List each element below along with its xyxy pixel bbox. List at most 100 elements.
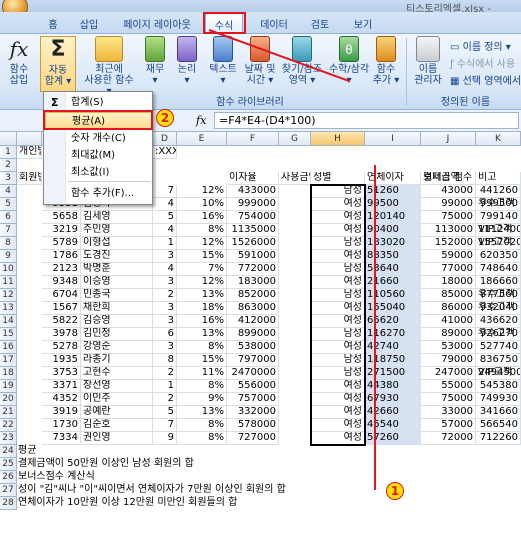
name-manager-button[interactable]: 이름 관리자 xyxy=(410,36,446,86)
member-number-cell[interactable]: 5278 xyxy=(42,341,81,354)
column-header-d[interactable]: D xyxy=(153,132,177,146)
member-number-cell[interactable]: 5822 xyxy=(42,315,81,328)
name-cell[interactable]: 이승영 xyxy=(81,276,153,289)
name-cell[interactable]: 공예란 xyxy=(81,406,153,419)
member-number-cell[interactable]: 7334 xyxy=(42,432,81,445)
remark-cell[interactable] xyxy=(476,276,521,289)
bonus-cell[interactable]: 55000 xyxy=(421,380,476,393)
rate-cell[interactable]: 8% xyxy=(177,380,227,393)
rate-cell[interactable]: 12% xyxy=(177,237,227,250)
member-number-cell[interactable]: 1567 xyxy=(42,302,81,315)
row-header[interactable]: 20 xyxy=(0,393,17,406)
remark-cell[interactable]: VIP고객 xyxy=(476,237,521,250)
header-cell[interactable]: 비고 xyxy=(476,172,521,185)
name-cell[interactable]: 민종국 xyxy=(81,289,153,302)
row-header[interactable]: 7 xyxy=(0,224,17,237)
bonus-cell[interactable]: 43000 xyxy=(421,185,476,198)
row-header[interactable]: 14 xyxy=(0,315,17,328)
bonus-cell[interactable]: 33000 xyxy=(421,406,476,419)
member-number-cell[interactable]: 3753 xyxy=(42,367,81,380)
count-cell[interactable]: 3 xyxy=(153,250,177,263)
amount-cell[interactable]: 538000 xyxy=(227,341,279,354)
text-button[interactable]: 텍스트 ▾ xyxy=(206,36,240,86)
name-cell[interactable]: 박명훈 xyxy=(81,263,153,276)
row-header[interactable]: 12 xyxy=(0,289,17,302)
name-cell[interactable]: 도경진 xyxy=(81,250,153,263)
bonus-cell[interactable]: 86000 xyxy=(421,302,476,315)
autosum-button[interactable]: Σ 자동 합계 ▾ xyxy=(40,36,76,92)
row-header[interactable]: 28 xyxy=(0,497,17,510)
remark-cell[interactable] xyxy=(476,263,521,276)
row-header[interactable]: 6 xyxy=(0,211,17,224)
more-functions-button[interactable]: 함수 추가 ▾ xyxy=(372,36,400,86)
bonus-cell[interactable]: 113000 xyxy=(421,224,476,237)
remark-cell[interactable] xyxy=(476,250,521,263)
member-number-cell[interactable]: 3219 xyxy=(42,224,81,237)
bonus-cell[interactable]: 79000 xyxy=(421,354,476,367)
amount-cell[interactable]: 2470000 xyxy=(227,367,279,380)
amount-cell[interactable]: 1526000 xyxy=(227,237,279,250)
row-header[interactable]: 15 xyxy=(0,328,17,341)
amount-cell[interactable]: 863000 xyxy=(227,302,279,315)
financial-button[interactable]: 재무 ▾ xyxy=(142,36,168,86)
row-header[interactable]: 27 xyxy=(0,484,17,497)
count-cell[interactable]: 5 xyxy=(153,406,177,419)
amount-cell[interactable]: 757000 xyxy=(227,393,279,406)
name-cell[interactable]: 김민정 xyxy=(81,328,153,341)
member-number-cell[interactable]: 1730 xyxy=(42,419,81,432)
row-header[interactable]: 23 xyxy=(0,432,17,445)
row-header[interactable]: 10 xyxy=(0,263,17,276)
bonus-cell[interactable]: 99000 xyxy=(421,198,476,211)
menu-item-min[interactable]: 최소값(I) xyxy=(45,164,152,182)
create-from-selection-button[interactable]: ▦ 선택 영역에서 xyxy=(450,72,521,87)
remark-cell[interactable]: 우수고객 xyxy=(476,289,521,302)
menu-item-max[interactable]: 최대값(M) xyxy=(45,147,152,165)
name-cell[interactable]: 채한희 xyxy=(81,302,153,315)
bonus-cell[interactable]: 77000 xyxy=(421,263,476,276)
row-header[interactable]: 9 xyxy=(0,250,17,263)
remark-cell[interactable] xyxy=(476,354,521,367)
row-header[interactable]: 13 xyxy=(0,302,17,315)
count-cell[interactable]: 3 xyxy=(153,341,177,354)
row-header[interactable]: 19 xyxy=(0,380,17,393)
amount-cell[interactable]: 772000 xyxy=(227,263,279,276)
column-header-h[interactable]: H xyxy=(311,132,365,146)
row-header[interactable]: 25 xyxy=(0,458,17,471)
rate-cell[interactable]: 11% xyxy=(177,367,227,380)
header-cell[interactable]: 회원번 xyxy=(17,172,42,185)
logical-button[interactable]: 논리 ▾ xyxy=(174,36,200,86)
amount-cell[interactable]: 797000 xyxy=(227,354,279,367)
count-cell[interactable]: 1 xyxy=(153,237,177,250)
count-cell[interactable]: 1 xyxy=(153,380,177,393)
remark-cell[interactable] xyxy=(476,419,521,432)
bonus-cell[interactable]: 85000 xyxy=(421,289,476,302)
name-cell[interactable]: 이형섭 xyxy=(81,237,153,250)
name-cell[interactable]: 김세영 xyxy=(81,211,153,224)
row-header[interactable]: 1 xyxy=(0,146,17,159)
member-number-cell[interactable]: 4352 xyxy=(42,393,81,406)
name-cell[interactable]: 권인영 xyxy=(81,432,153,445)
name-cell[interactable]: 이민주 xyxy=(81,393,153,406)
bonus-cell[interactable]: 41000 xyxy=(421,315,476,328)
rate-cell[interactable]: 16% xyxy=(177,211,227,224)
title-cell[interactable]: 개인별 xyxy=(17,146,42,159)
member-number-cell[interactable]: 3371 xyxy=(42,380,81,393)
amount-cell[interactable]: 1135000 xyxy=(227,224,279,237)
remark-cell[interactable]: VIP고객 xyxy=(476,367,521,380)
row-header[interactable]: 8 xyxy=(0,237,17,250)
bonus-cell[interactable]: 89000 xyxy=(421,328,476,341)
count-cell[interactable]: 4 xyxy=(153,224,177,237)
bonus-cell[interactable]: 18000 xyxy=(421,276,476,289)
tab-review[interactable]: 검토 xyxy=(303,16,337,31)
column-header-i[interactable]: I xyxy=(365,132,421,146)
remark-cell[interactable] xyxy=(476,393,521,406)
row-header[interactable]: 11 xyxy=(0,276,17,289)
name-cell[interactable]: 장선영 xyxy=(81,380,153,393)
count-cell[interactable]: 8 xyxy=(153,354,177,367)
insert-function-button[interactable]: fx 함수 삽입 xyxy=(4,36,34,86)
rate-cell[interactable]: 8% xyxy=(177,341,227,354)
lookup-button[interactable]: 찾기/참조 영역 ▾ xyxy=(278,36,326,86)
row-header[interactable]: 26 xyxy=(0,471,17,484)
menu-item-count[interactable]: 숫자 개수(C) xyxy=(45,130,152,148)
remark-cell[interactable]: 우수고객 xyxy=(476,302,521,315)
